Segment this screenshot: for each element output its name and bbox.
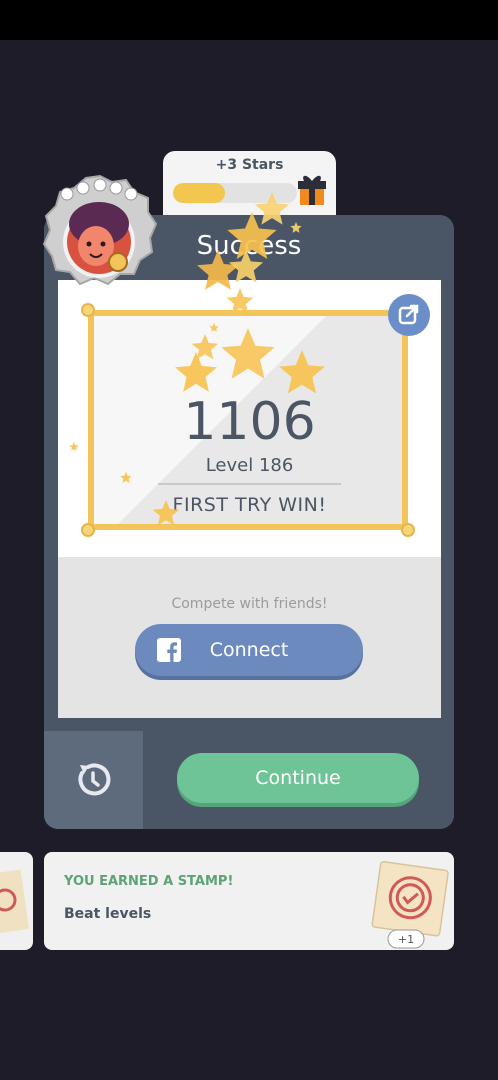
stamp-subtitle: Beat levels bbox=[64, 906, 152, 922]
continue-button[interactable]: Continue bbox=[177, 753, 419, 803]
stamp-icon: +1 bbox=[371, 860, 449, 949]
previous-stamp-card bbox=[0, 852, 33, 950]
compete-text: Compete with friends! bbox=[171, 596, 328, 612]
share-icon bbox=[398, 304, 419, 325]
stamp-heading: YOU EARNED A STAMP! bbox=[64, 874, 234, 889]
stamp-count: +1 bbox=[398, 933, 414, 946]
stamp-banner: YOU EARNED A STAMP! Beat levels +1 bbox=[44, 852, 454, 950]
divider bbox=[158, 483, 341, 485]
achievement-label: FIRST TRY WIN! bbox=[172, 494, 327, 516]
success-card: Success 1106 Level 186 FIRST TRY WIN! Co… bbox=[44, 215, 454, 829]
result-panel: 1106 Level 186 FIRST TRY WIN! Compete wi… bbox=[58, 280, 441, 718]
continue-area: Continue bbox=[143, 731, 454, 829]
level-label: Level 186 bbox=[205, 455, 294, 476]
stamp-icon bbox=[0, 869, 29, 936]
retry-button[interactable] bbox=[44, 731, 143, 829]
frame-corner bbox=[401, 523, 415, 537]
facebook-connect-button[interactable]: Connect bbox=[135, 624, 363, 676]
frame-corner bbox=[81, 303, 95, 317]
retry-icon bbox=[78, 763, 111, 796]
score-value: 1106 bbox=[183, 392, 316, 452]
avatar-badge bbox=[42, 174, 158, 286]
connect-label: Connect bbox=[209, 639, 289, 661]
status-bar bbox=[0, 0, 498, 40]
facebook-icon bbox=[157, 638, 181, 662]
frame-corner bbox=[81, 523, 95, 537]
stars-progress-bar bbox=[173, 183, 297, 203]
stars-progress-fill bbox=[173, 183, 226, 203]
gift-icon bbox=[298, 175, 326, 205]
share-button[interactable] bbox=[388, 294, 430, 336]
